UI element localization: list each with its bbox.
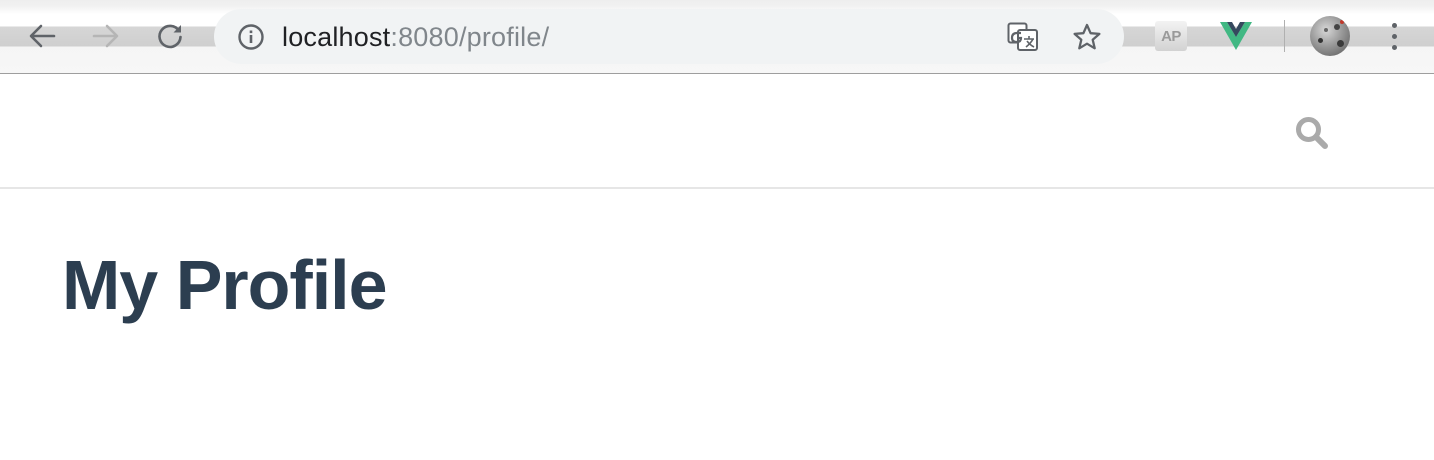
translate-icon (1007, 22, 1038, 51)
ap-extension-button[interactable]: AP (1153, 18, 1189, 54)
browser-menu-button[interactable] (1380, 18, 1408, 54)
vue-devtools-button[interactable] (1218, 18, 1254, 54)
star-icon (1073, 23, 1101, 50)
site-header (0, 75, 1434, 189)
ap-extension-icon: AP (1155, 21, 1187, 51)
reload-icon (158, 24, 182, 49)
address-bar[interactable]: localhost:8080/profile/ (214, 9, 1124, 64)
search-button[interactable] (1293, 114, 1331, 152)
arrow-right-icon (92, 24, 119, 48)
vertical-dots-icon (1391, 22, 1397, 28)
forward-button[interactable] (86, 16, 126, 56)
url-host: localhost (282, 22, 391, 52)
vue-logo-icon (1220, 22, 1252, 50)
info-icon (238, 24, 264, 50)
magnifier-icon (1296, 117, 1328, 149)
translate-button[interactable] (1006, 21, 1040, 53)
bookmark-button[interactable] (1070, 20, 1104, 54)
site-info-button[interactable] (236, 22, 266, 52)
url-path: :8080/profile/ (390, 22, 550, 52)
toolbar-separator (1284, 20, 1285, 52)
page-title: My Profile (62, 246, 388, 324)
profile-avatar[interactable] (1310, 16, 1350, 56)
reload-button[interactable] (150, 16, 190, 56)
browser-toolbar: localhost:8080/profile/ AP (0, 0, 1434, 74)
back-button[interactable] (22, 16, 62, 56)
url-text[interactable]: localhost:8080/profile/ (282, 22, 549, 52)
arrow-left-icon (29, 24, 56, 48)
